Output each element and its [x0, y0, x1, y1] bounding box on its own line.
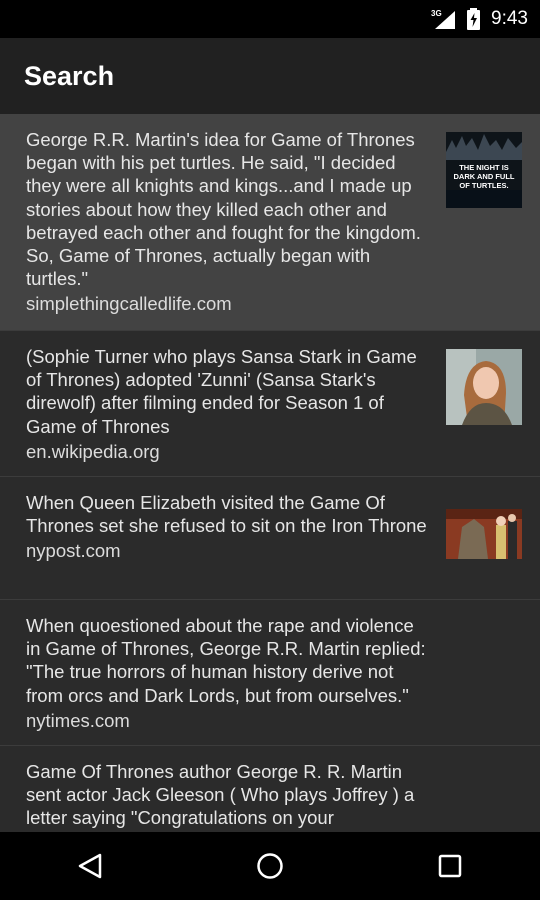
- clock: 9:43: [491, 8, 528, 29]
- list-item[interactable]: (Sophie Turner who plays Sansa Stark in …: [0, 331, 540, 477]
- result-source: en.wikipedia.org: [26, 440, 160, 462]
- result-text: George R.R. Martin's idea for Game of Th…: [26, 129, 421, 290]
- recents-square-icon: [438, 854, 462, 878]
- network-type-label: 3G: [431, 9, 442, 18]
- app-bar: Search: [0, 38, 540, 114]
- signal-icon: 3G: [431, 8, 457, 30]
- result-text: When Queen Elizabeth visited the Game Of…: [26, 492, 427, 537]
- back-button[interactable]: [60, 836, 120, 896]
- navigation-bar: [0, 832, 540, 900]
- result-source: nypost.com: [26, 540, 121, 562]
- result-thumbnail[interactable]: [446, 349, 522, 425]
- list-item[interactable]: When quoestioned about the rape and viol…: [0, 600, 540, 746]
- list-item[interactable]: Game Of Thrones author George R. R. Mart…: [0, 746, 540, 832]
- back-triangle-icon: [78, 853, 102, 879]
- thumbnail-caption-line: OF TURTLES.: [459, 181, 508, 190]
- results-list[interactable]: George R.R. Martin's idea for Game of Th…: [0, 114, 540, 832]
- list-item[interactable]: When Queen Elizabeth visited the Game Of…: [0, 477, 540, 600]
- thumbnail-caption-line: THE NIGHT IS: [459, 163, 509, 172]
- result-source: nytimes.com: [26, 709, 130, 731]
- list-item[interactable]: George R.R. Martin's idea for Game of Th…: [0, 114, 540, 331]
- battery-icon: [467, 8, 481, 30]
- result-thumbnail[interactable]: THE NIGHT IS DARK AND FULL OF TURTLES.: [446, 132, 522, 208]
- status-bar: 3G 9:43: [0, 0, 540, 38]
- recents-button[interactable]: [420, 836, 480, 896]
- result-text: Game Of Thrones author George R. R. Mart…: [26, 761, 415, 829]
- page-title: Search: [24, 60, 115, 91]
- result-thumbnail[interactable]: [446, 509, 522, 559]
- result-text: (Sophie Turner who plays Sansa Stark in …: [26, 346, 417, 437]
- result-source: simplethingcalledlife.com: [26, 293, 232, 315]
- thumbnail-caption-line: DARK AND FULL: [454, 172, 515, 181]
- home-button[interactable]: [240, 836, 300, 896]
- result-text: When quoestioned about the rape and viol…: [26, 615, 426, 706]
- home-circle-icon: [257, 853, 283, 879]
